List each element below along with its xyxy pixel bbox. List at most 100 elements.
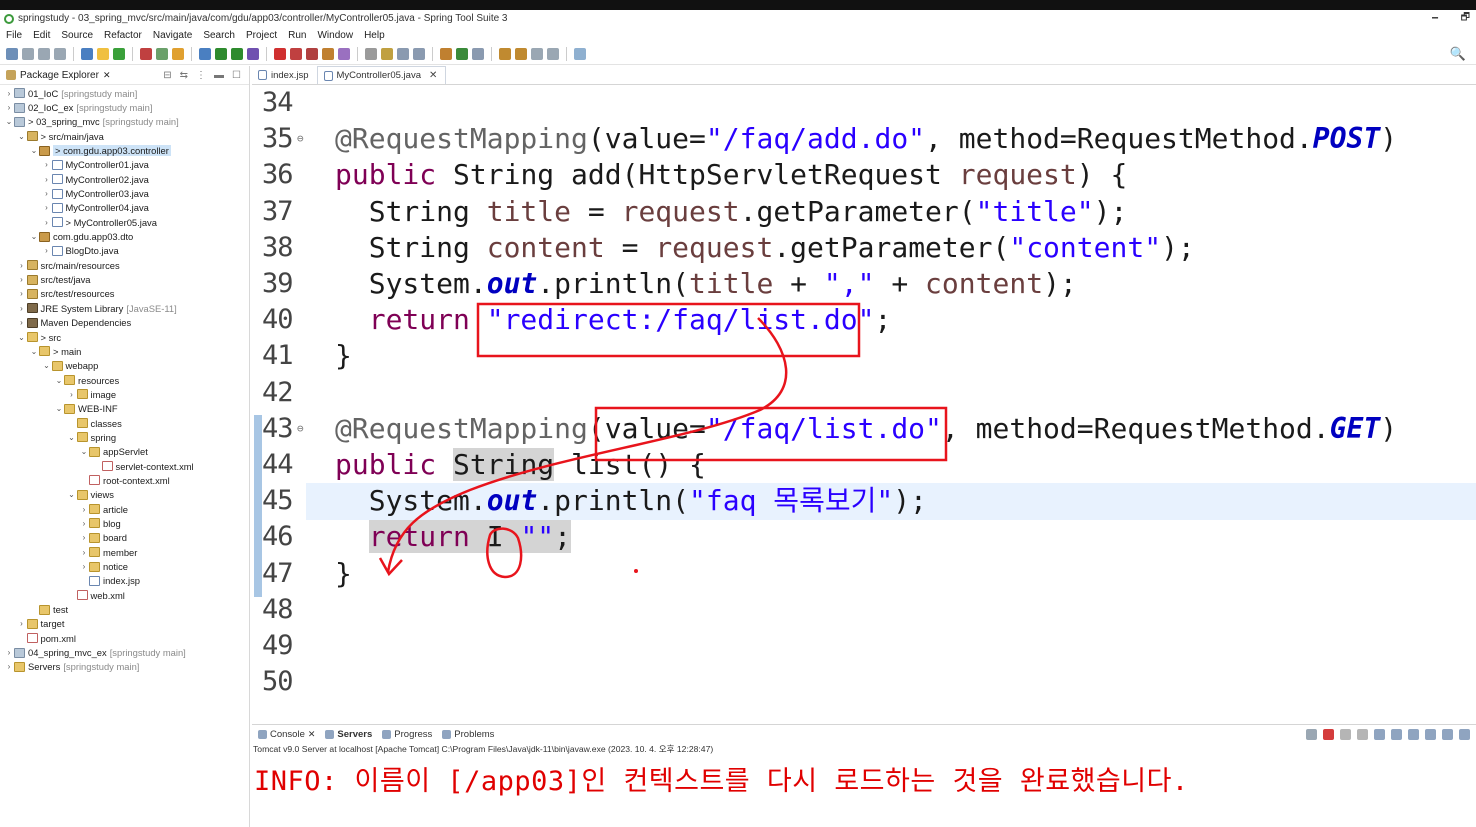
tree-item[interactable]: › src/test/java	[0, 272, 249, 286]
link-editor-icon[interactable]: ⇆	[180, 70, 188, 81]
code-line[interactable]: 41}	[262, 338, 1476, 375]
toolbar-action-icon[interactable]	[97, 47, 109, 60]
scroll-lock-icon[interactable]	[1374, 728, 1385, 740]
chevron-down-icon[interactable]: ⌄	[67, 433, 77, 442]
code-line[interactable]: 45 System.out.println("faq 목록보기");	[262, 483, 1476, 520]
console-pin-icon[interactable]	[1306, 728, 1317, 740]
chevron-right-icon[interactable]: ›	[79, 533, 89, 542]
menu-item-source[interactable]: Source	[61, 30, 93, 41]
toolbar-action-icon[interactable]	[199, 47, 211, 60]
show-console-icon[interactable]	[1408, 728, 1419, 740]
chevron-right-icon[interactable]: ›	[17, 289, 27, 298]
chevron-right-icon[interactable]: ›	[79, 562, 89, 571]
close-icon[interactable]: ✕	[103, 70, 111, 81]
code-line[interactable]: 39 System.out.println(title + "," + cont…	[262, 266, 1476, 303]
menu-item-window[interactable]: Window	[317, 30, 353, 41]
menu-item-navigate[interactable]: Navigate	[153, 30, 192, 41]
tree-item[interactable]: index.jsp	[0, 574, 249, 588]
tree-item[interactable]: › JRE System Library [JavaSE-11]	[0, 301, 249, 315]
toolbar-action-icon[interactable]	[413, 47, 425, 60]
toolbar-action-icon[interactable]	[397, 47, 409, 60]
tree-item[interactable]: › 02_IoC_ex [springstudy main]	[0, 100, 249, 114]
terminate-icon[interactable]	[1323, 728, 1334, 740]
code-line[interactable]: 36 public String add(HttpServletRequest r…	[262, 157, 1476, 194]
minimize-view-icon[interactable]: ▬	[214, 70, 224, 81]
code-line[interactable]: 46 return I "";	[262, 519, 1476, 556]
code-line[interactable]: 38 String content = request.getParameter…	[262, 230, 1476, 267]
tree-item[interactable]: ⌄ > 03_spring_mvc [springstudy main]	[0, 115, 249, 129]
minimize-button[interactable]: 🗕	[1432, 10, 1439, 27]
tree-item[interactable]: › image	[0, 387, 249, 401]
toolbar-action-icon[interactable]	[306, 47, 318, 60]
tree-item[interactable]: ⌄ > src/main/java	[0, 129, 249, 143]
toolbar-action-icon[interactable]	[456, 47, 468, 60]
chevron-right-icon[interactable]: ›	[79, 519, 89, 528]
tree-item[interactable]: › member	[0, 545, 249, 559]
chevron-right-icon[interactable]: ›	[42, 189, 52, 198]
view-menu-icon[interactable]: ⋮	[196, 70, 206, 81]
toolbar-action-icon[interactable]	[381, 47, 393, 60]
code-line[interactable]: 42	[262, 375, 1476, 412]
tree-item[interactable]: › 01_IoC [springstudy main]	[0, 86, 249, 100]
tab-index-jsp[interactable]: index.jsp	[252, 66, 317, 84]
tree-item[interactable]: ⌄ > src	[0, 330, 249, 344]
chevron-right-icon[interactable]: ›	[17, 261, 27, 270]
maximize-view-icon[interactable]: ☐	[232, 70, 241, 81]
chevron-right-icon[interactable]: ›	[17, 619, 27, 628]
tree-item[interactable]: ⌄ webapp	[0, 359, 249, 373]
toolbar-action-icon[interactable]	[38, 47, 50, 60]
menu-item-refactor[interactable]: Refactor	[104, 30, 142, 41]
code-line[interactable]: 49	[262, 628, 1476, 665]
toolbar-action-icon[interactable]	[247, 47, 259, 60]
chevron-down-icon[interactable]: ⌄	[29, 232, 39, 241]
toolbar-action-icon[interactable]	[290, 47, 302, 60]
chevron-right-icon[interactable]: ›	[42, 218, 52, 227]
open-console-icon[interactable]	[1425, 728, 1436, 740]
tree-item[interactable]: ⌄ spring	[0, 430, 249, 444]
menu-item-run[interactable]: Run	[288, 30, 306, 41]
chevron-right-icon[interactable]: ›	[4, 662, 14, 671]
toolbar-action-icon[interactable]	[322, 47, 334, 60]
remove-all-icon[interactable]	[1357, 728, 1368, 740]
tree-item[interactable]: › MyController03.java	[0, 186, 249, 200]
word-wrap-icon[interactable]	[1391, 728, 1402, 740]
chevron-down-icon[interactable]: ⌄	[29, 347, 39, 356]
menu-item-help[interactable]: Help	[364, 30, 385, 41]
menu-item-edit[interactable]: Edit	[33, 30, 50, 41]
chevron-down-icon[interactable]: ⌄	[4, 117, 14, 126]
toolbar-action-icon[interactable]	[54, 47, 66, 60]
chevron-right-icon[interactable]: ›	[42, 203, 52, 212]
tree-item[interactable]: ⌄ WEB-INF	[0, 402, 249, 416]
toolbar-action-icon[interactable]	[499, 47, 511, 60]
chevron-right-icon[interactable]: ›	[79, 505, 89, 514]
toolbar-action-icon[interactable]	[6, 47, 18, 60]
toolbar-action-icon[interactable]	[515, 47, 527, 60]
tab-console[interactable]: Console ✕	[258, 729, 315, 740]
toolbar-action-icon[interactable]	[440, 47, 452, 60]
tree-item[interactable]: › notice	[0, 559, 249, 573]
toolbar-action-icon[interactable]	[274, 47, 286, 60]
tree-item[interactable]: ⌄ > main	[0, 344, 249, 358]
tree-item[interactable]: test	[0, 602, 249, 616]
close-icon[interactable]: ✕	[308, 729, 316, 740]
tab-mycontroller05-java[interactable]: MyController05.java ✕	[316, 66, 447, 84]
chevron-right-icon[interactable]: ›	[42, 175, 52, 184]
toolbar-action-icon[interactable]	[231, 47, 243, 60]
tree-item[interactable]: › Servers [springstudy main]	[0, 660, 249, 674]
code-line[interactable]: 34	[262, 85, 1476, 122]
tree-item[interactable]: › src/test/resources	[0, 287, 249, 301]
code-line[interactable]: 50	[262, 664, 1476, 701]
chevron-right-icon[interactable]: ›	[17, 275, 27, 284]
tree-item[interactable]: › target	[0, 617, 249, 631]
chevron-right-icon[interactable]: ›	[4, 103, 14, 112]
tree-item[interactable]: › BlogDto.java	[0, 244, 249, 258]
toolbar-action-icon[interactable]	[531, 47, 543, 60]
close-icon[interactable]: ✕	[429, 70, 437, 81]
tree-item[interactable]: › MyController02.java	[0, 172, 249, 186]
chevron-down-icon[interactable]: ⌄	[17, 132, 27, 141]
remove-launch-icon[interactable]	[1340, 728, 1351, 740]
tree-item[interactable]: › Maven Dependencies	[0, 316, 249, 330]
display-console-icon[interactable]	[1442, 728, 1453, 740]
new-console-icon[interactable]	[1459, 728, 1470, 740]
toolbar-action-icon[interactable]	[172, 47, 184, 60]
